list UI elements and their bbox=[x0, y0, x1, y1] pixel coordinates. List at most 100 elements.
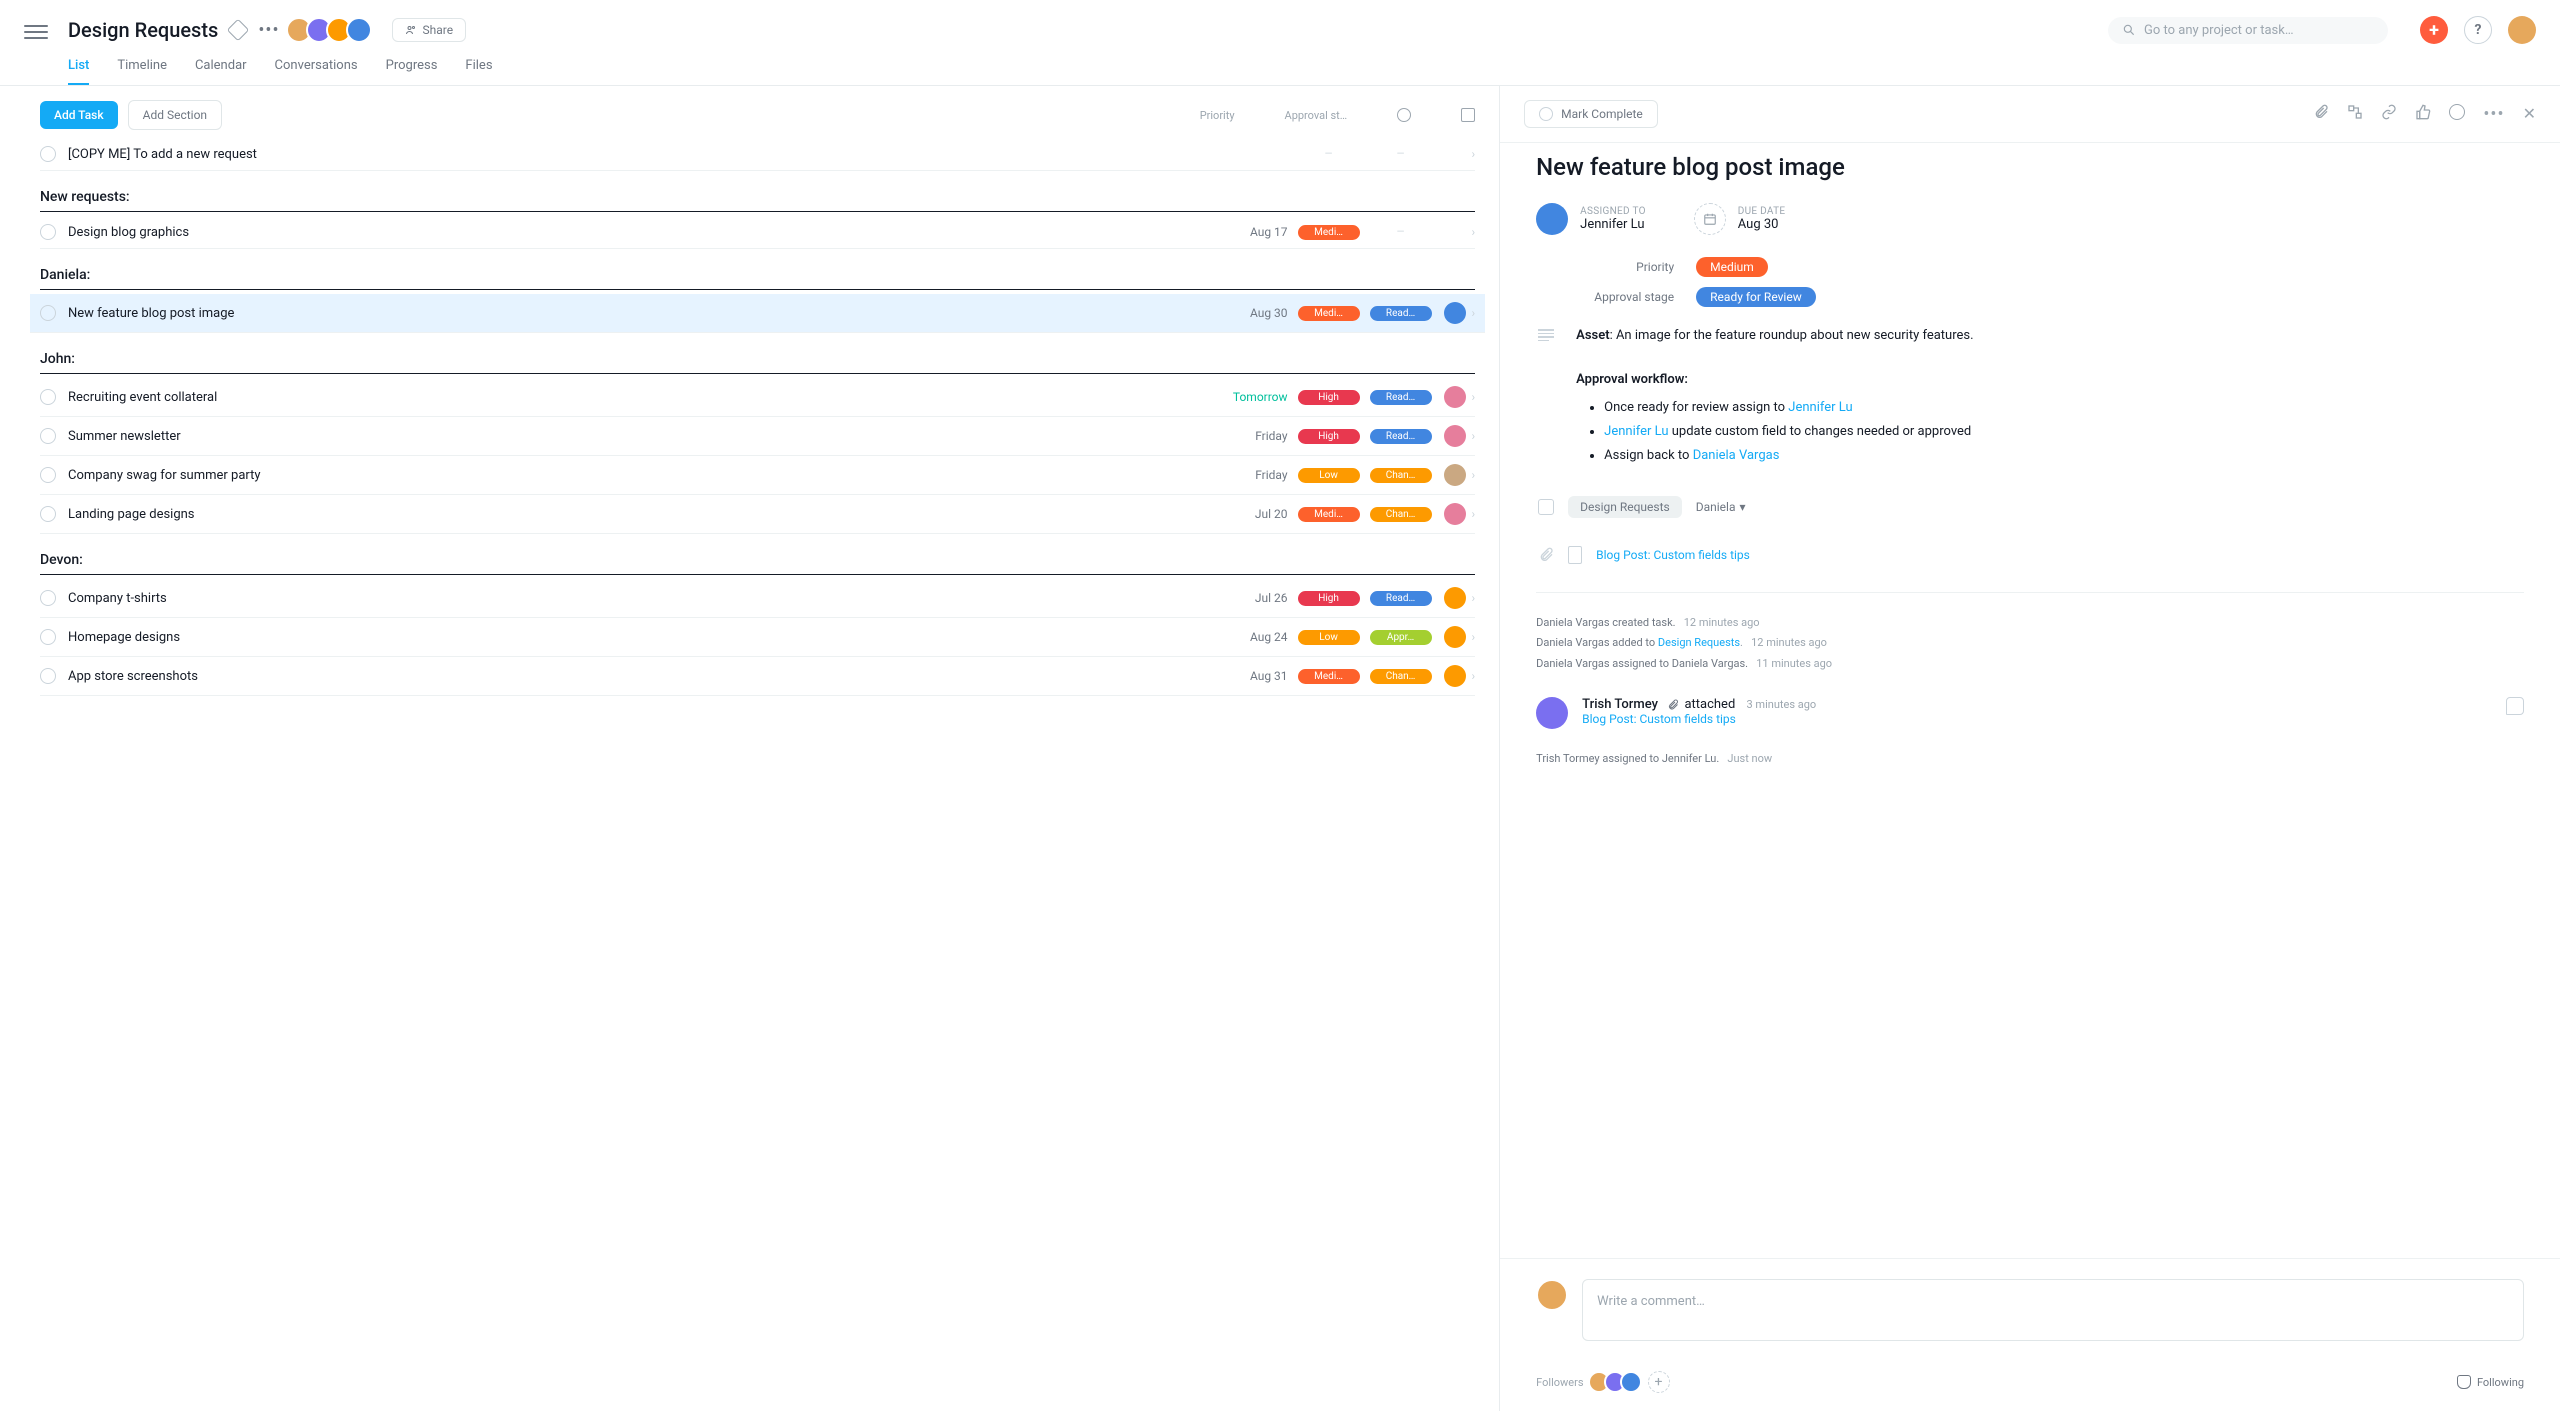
add-follower-button[interactable]: + bbox=[1648, 1371, 1670, 1393]
task-priority-pill[interactable]: Low bbox=[1298, 468, 1360, 483]
task-approval-pill[interactable]: Read… bbox=[1370, 390, 1432, 405]
task-row[interactable]: Summer newsletterFridayHighRead…› bbox=[40, 417, 1475, 456]
task-approval-pill[interactable]: Appr… bbox=[1370, 630, 1432, 645]
harvest-icon[interactable] bbox=[2449, 104, 2465, 125]
tab-conversations[interactable]: Conversations bbox=[275, 58, 358, 85]
task-check-circle[interactable] bbox=[40, 389, 56, 405]
task-priority-pill[interactable]: Medi… bbox=[1298, 669, 1360, 684]
search-input[interactable]: Go to any project or task… bbox=[2108, 17, 2388, 44]
help-button[interactable]: ? bbox=[2464, 16, 2492, 44]
task-assignee-avatar[interactable] bbox=[1444, 503, 1466, 525]
task-row[interactable]: Homepage designsAug 24LowAppr…› bbox=[40, 618, 1475, 657]
task-row[interactable]: Company swag for summer partyFridayLowCh… bbox=[40, 456, 1475, 495]
menu-icon[interactable] bbox=[24, 20, 48, 44]
add-section-button[interactable]: Add Section bbox=[128, 100, 222, 130]
column-header-priority[interactable]: Priority bbox=[1200, 109, 1235, 122]
task-priority-pill[interactable]: High bbox=[1298, 591, 1360, 606]
project-members-avatars[interactable] bbox=[292, 17, 372, 43]
task-assignee-avatar[interactable] bbox=[1444, 464, 1466, 486]
chevron-right-icon[interactable]: › bbox=[1472, 147, 1476, 161]
tab-list[interactable]: List bbox=[68, 58, 89, 85]
column-header-approval[interactable]: Approval st… bbox=[1285, 109, 1348, 122]
task-check-circle[interactable] bbox=[40, 224, 56, 240]
activity-attachment-link[interactable]: Blog Post: Custom fields tips bbox=[1582, 712, 1736, 726]
project-chip[interactable]: Design Requests bbox=[1568, 496, 1682, 518]
task-assignee-avatar[interactable] bbox=[1444, 665, 1466, 687]
tab-timeline[interactable]: Timeline bbox=[117, 58, 167, 85]
task-assignee-avatar[interactable] bbox=[1444, 302, 1466, 324]
task-row[interactable]: Design blog graphicsAug 17Medi…—› bbox=[40, 216, 1475, 249]
task-priority-pill[interactable]: Low bbox=[1298, 630, 1360, 645]
tab-calendar[interactable]: Calendar bbox=[195, 58, 247, 85]
task-check-circle[interactable] bbox=[40, 668, 56, 684]
project-section-dropdown[interactable]: Daniela▾ bbox=[1696, 500, 1746, 514]
add-task-button[interactable]: Add Task bbox=[40, 101, 118, 129]
task-row[interactable]: Company t-shirtsJul 26HighRead…› bbox=[40, 579, 1475, 618]
chevron-right-icon[interactable]: › bbox=[1472, 591, 1476, 605]
task-check-circle[interactable] bbox=[40, 629, 56, 645]
column-assignee-icon[interactable] bbox=[1397, 108, 1411, 122]
detail-more-icon[interactable]: ••• bbox=[2483, 104, 2504, 125]
share-button[interactable]: Share bbox=[392, 18, 467, 42]
copy-link-icon[interactable] bbox=[2381, 104, 2397, 125]
task-assignee-avatar[interactable] bbox=[1444, 425, 1466, 447]
task-row[interactable]: Recruiting event collateralTomorrowHighR… bbox=[40, 378, 1475, 417]
user-mention[interactable]: Daniela Vargas bbox=[1693, 448, 1780, 463]
chevron-right-icon[interactable]: › bbox=[1472, 468, 1476, 482]
chevron-right-icon[interactable]: › bbox=[1472, 507, 1476, 521]
priority-field[interactable]: Priority Medium bbox=[1536, 257, 2524, 277]
task-assignee-avatar[interactable] bbox=[1444, 386, 1466, 408]
task-row[interactable]: App store screenshotsAug 31Medi…Chan…› bbox=[40, 657, 1475, 696]
column-settings-icon[interactable] bbox=[1461, 108, 1475, 122]
like-button[interactable] bbox=[2506, 697, 2524, 715]
comment-input[interactable]: Write a comment… bbox=[1582, 1279, 2524, 1341]
task-check-circle[interactable] bbox=[40, 428, 56, 444]
task-check-circle[interactable] bbox=[40, 146, 56, 162]
task-description[interactable]: Asset: An image for the feature roundup … bbox=[1576, 325, 2524, 468]
section-header[interactable]: Devon: bbox=[40, 552, 1475, 575]
task-priority-pill[interactable]: High bbox=[1298, 429, 1360, 444]
task-row[interactable]: [COPY ME] To add a new request——› bbox=[40, 138, 1475, 171]
task-approval-pill[interactable]: Read… bbox=[1370, 429, 1432, 444]
task-assignee-avatar[interactable] bbox=[1444, 626, 1466, 648]
user-mention[interactable]: Jennifer Lu bbox=[1788, 400, 1852, 415]
detail-task-title[interactable]: New feature blog post image bbox=[1536, 153, 2524, 181]
task-row[interactable]: New feature blog post imageAug 30Medi…Re… bbox=[30, 294, 1485, 333]
chevron-right-icon[interactable]: › bbox=[1472, 630, 1476, 644]
self-avatar[interactable] bbox=[2508, 16, 2536, 44]
chevron-right-icon[interactable]: › bbox=[1472, 306, 1476, 320]
following-toggle[interactable]: Following bbox=[2457, 1375, 2524, 1389]
user-mention[interactable]: Jennifer Lu bbox=[1604, 424, 1668, 439]
task-approval-pill[interactable]: Chan… bbox=[1370, 468, 1432, 483]
task-approval-pill[interactable]: Read… bbox=[1370, 591, 1432, 606]
task-approval-pill[interactable]: — bbox=[1370, 147, 1432, 162]
task-check-circle[interactable] bbox=[40, 467, 56, 483]
project-more-icon[interactable]: ••• bbox=[258, 20, 279, 41]
section-header[interactable]: New requests: bbox=[40, 189, 1475, 212]
task-priority-pill[interactable]: Medi… bbox=[1298, 507, 1360, 522]
chevron-right-icon[interactable]: › bbox=[1472, 390, 1476, 404]
follower-avatar[interactable] bbox=[1620, 1371, 1642, 1393]
task-check-circle[interactable] bbox=[40, 506, 56, 522]
mark-complete-button[interactable]: Mark Complete bbox=[1524, 100, 1658, 128]
attachments-icon[interactable] bbox=[2313, 104, 2329, 125]
tab-files[interactable]: Files bbox=[465, 58, 492, 85]
chevron-right-icon[interactable]: › bbox=[1472, 669, 1476, 683]
section-header[interactable]: Daniela: bbox=[40, 267, 1475, 290]
task-approval-pill[interactable]: Chan… bbox=[1370, 507, 1432, 522]
assigned-to-field[interactable]: ASSIGNED TO Jennifer Lu bbox=[1536, 203, 1646, 235]
task-check-circle[interactable] bbox=[40, 590, 56, 606]
task-priority-pill[interactable]: Medi… bbox=[1298, 306, 1360, 321]
due-date-field[interactable]: DUE DATE Aug 30 bbox=[1694, 203, 1786, 235]
task-priority-pill[interactable]: High bbox=[1298, 390, 1360, 405]
like-icon[interactable] bbox=[2415, 104, 2431, 125]
star-icon[interactable] bbox=[227, 19, 250, 42]
task-priority-pill[interactable]: — bbox=[1298, 147, 1360, 162]
subtasks-icon[interactable] bbox=[2347, 104, 2363, 125]
approval-stage-field[interactable]: Approval stage Ready for Review bbox=[1536, 287, 2524, 307]
task-assignee-avatar[interactable] bbox=[1444, 587, 1466, 609]
history-link[interactable]: Design Requests bbox=[1658, 636, 1740, 649]
member-avatar[interactable] bbox=[346, 17, 372, 43]
chevron-right-icon[interactable]: › bbox=[1472, 429, 1476, 443]
tab-progress[interactable]: Progress bbox=[386, 58, 438, 85]
